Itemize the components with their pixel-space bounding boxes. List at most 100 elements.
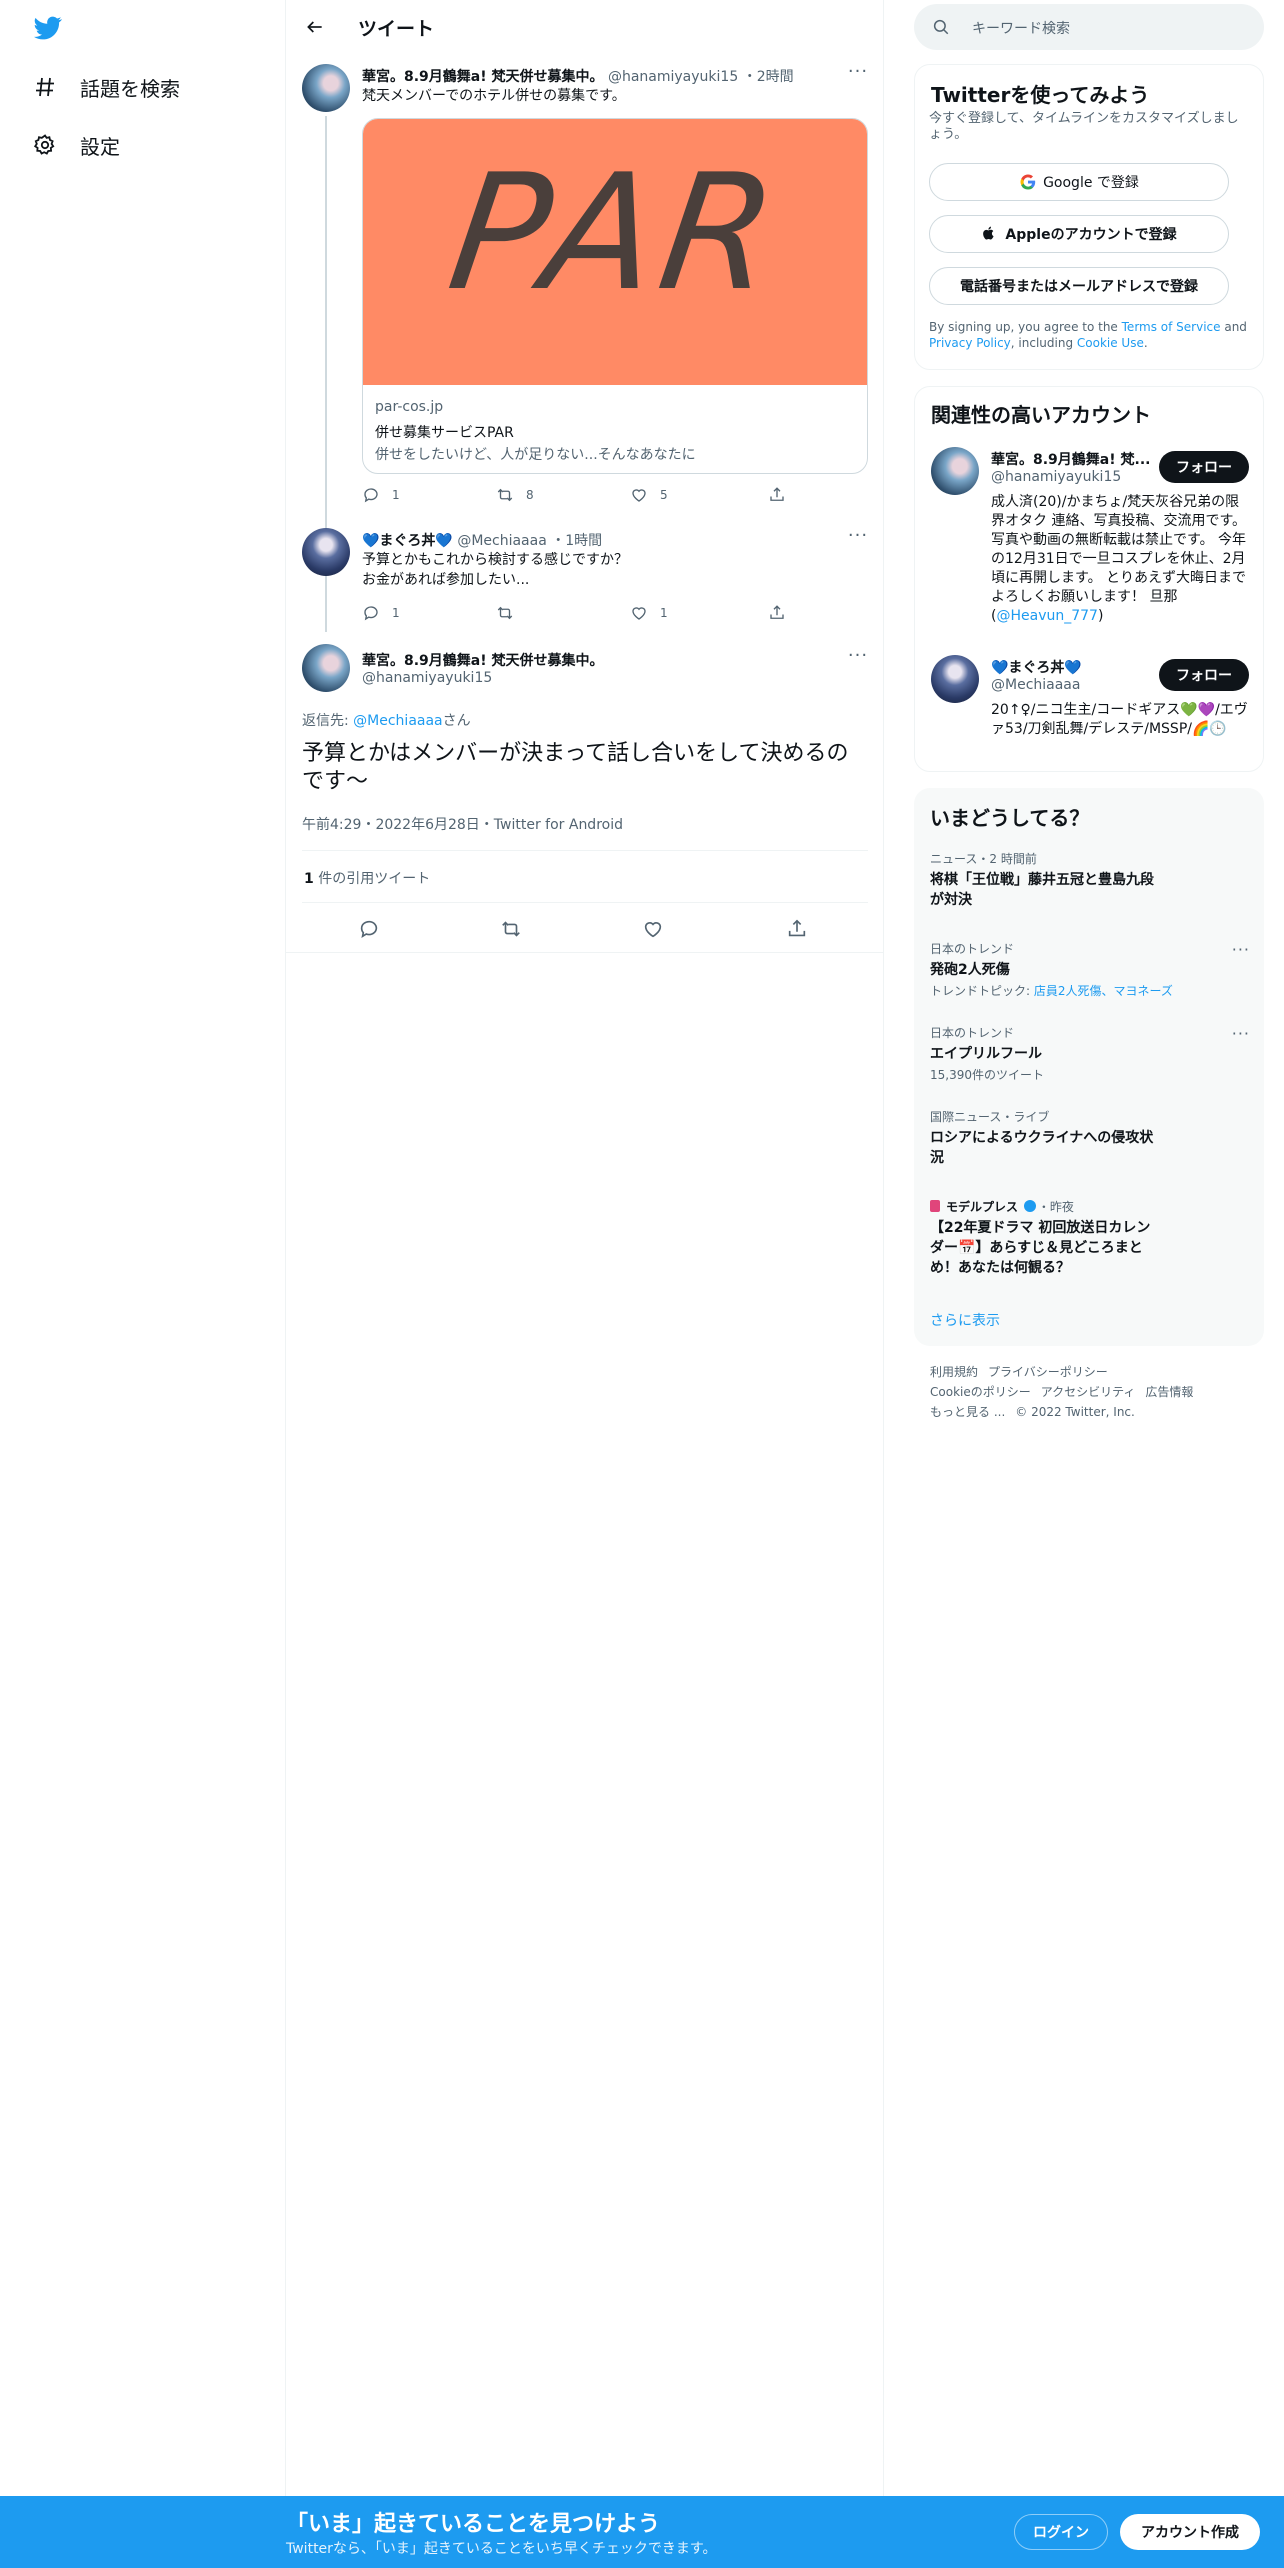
terms-text: and	[1220, 320, 1247, 334]
back-arrow-icon[interactable]	[300, 12, 330, 42]
follow-button[interactable]: フォロー	[1159, 659, 1249, 691]
terms-text: , including	[1010, 336, 1077, 350]
terms-of-service-link[interactable]: Terms of Service	[1122, 320, 1221, 334]
gear-icon	[30, 130, 60, 160]
footer-link[interactable]: Cookieのポリシー	[930, 1385, 1031, 1399]
news-time: ・昨夜	[1037, 1200, 1074, 1214]
avatar[interactable]	[302, 64, 350, 112]
tweet-text: お金があれば参加したい...	[362, 572, 530, 588]
footer-link[interactable]: もっと見る ...	[930, 1405, 1005, 1419]
share-icon	[770, 487, 784, 501]
heart-icon	[632, 489, 646, 502]
account-handle[interactable]: @hanamiyayuki15	[991, 469, 1121, 485]
card-image: PAR	[363, 119, 867, 385]
bottom-bar-subtitle: Twitterなら、「いま」起きていることをいち早くチェックできます。	[286, 2541, 717, 2557]
apple-signup-button[interactable]: Appleのアカウントで登録	[929, 215, 1229, 253]
quote-tweets-link[interactable]: 1 件の引用ツイート	[304, 868, 430, 888]
like-count: 1	[660, 606, 668, 620]
reply-prefix: 返信先:	[302, 713, 354, 729]
reply-count: 1	[392, 488, 400, 502]
divider	[302, 850, 868, 851]
share-icon	[770, 605, 784, 619]
trend-item[interactable]: 日本のトレンド エイプリルフール 15,390件のツイート	[930, 1024, 1240, 1083]
avatar[interactable]	[931, 447, 979, 495]
retweet-button[interactable]: 8	[496, 486, 534, 504]
share-button[interactable]	[786, 918, 808, 940]
news-source-icon	[930, 1200, 940, 1212]
link-card[interactable]: PAR par-cos.jp 併せ募集サービスPAR 併せをしたいけど、人が足り…	[362, 118, 868, 474]
retweet-button[interactable]	[500, 918, 522, 940]
cookie-use-link[interactable]: Cookie Use	[1077, 336, 1144, 350]
trend-title: 将棋「王位戦」藤井五冠と豊島九段が対決	[930, 872, 1154, 908]
page-header: ツイート	[286, 0, 884, 54]
trend-context: ニュース・2 時間前	[930, 852, 1037, 866]
author-name[interactable]: 華宮。8.9月鶴舞a! 梵天併せ募集中。	[362, 650, 604, 670]
google-icon	[1019, 173, 1037, 191]
phone-email-signup-button[interactable]: 電話番号またはメールアドレスで登録	[929, 267, 1229, 305]
page-title: ツイート	[358, 18, 435, 40]
search-input[interactable]: キーワード検索	[914, 4, 1264, 50]
more-options-icon[interactable]: ···	[1232, 1024, 1250, 1043]
tweet-author[interactable]: 華宮。8.9月鶴舞a! 梵天併せ募集中。 @hanamiyayuki15 ・2時…	[362, 66, 794, 86]
trend-topic-link[interactable]: 店員2人死傷、マヨネーズ	[1034, 984, 1173, 998]
more-options-icon[interactable]: ···	[846, 63, 870, 86]
bio-mention-link[interactable]: @Heavun_777	[996, 608, 1097, 624]
trend-item[interactable]: 日本のトレンド 発砲2人死傷 トレンドトピック: 店員2人死傷、マヨネーズ	[930, 940, 1240, 999]
card-domain: par-cos.jp	[375, 399, 444, 415]
google-signup-button[interactable]: Google で登録	[929, 163, 1229, 201]
share-button[interactable]	[768, 486, 786, 504]
footer-link[interactable]: プライバシーポリシー	[988, 1365, 1108, 1379]
show-more-link[interactable]: さらに表示	[930, 1310, 1000, 1330]
account-bio-text: )	[1097, 608, 1104, 624]
like-count: 5	[660, 488, 668, 502]
account-name[interactable]: 💙まぐろ丼💙	[991, 657, 1151, 677]
avatar[interactable]	[931, 655, 979, 703]
reply-button[interactable]: 1	[362, 486, 400, 504]
footer-link[interactable]: 利用規約	[930, 1365, 978, 1379]
nav-item-explore[interactable]: 話題を検索	[30, 72, 180, 102]
share-button[interactable]	[768, 604, 786, 622]
account-name[interactable]: 華宮。8.9月鶴舞a! 梵...	[991, 449, 1151, 469]
twitter-logo-icon[interactable]	[32, 14, 64, 42]
more-options-icon[interactable]: ···	[846, 647, 870, 670]
heart-icon	[644, 922, 662, 938]
reply-to-link[interactable]: @Mechiaaaa	[353, 713, 442, 729]
reply-button[interactable]	[358, 918, 380, 940]
retweet-icon	[497, 606, 513, 620]
like-button[interactable]: 1	[630, 604, 668, 622]
footer-link[interactable]: 広告情報	[1145, 1385, 1193, 1399]
privacy-policy-link[interactable]: Privacy Policy	[929, 336, 1011, 350]
main-tweet-text: 予算とかはメンバーが決まって話し合いをして決めるのです〜	[302, 741, 849, 794]
reply-button[interactable]: 1	[362, 604, 400, 622]
login-button[interactable]: ログイン	[1014, 2514, 1108, 2550]
reply-icon	[360, 920, 378, 939]
avatar[interactable]	[302, 528, 350, 576]
like-button[interactable]	[642, 918, 664, 940]
account-bio: 成人済(20)/かまちょ/梵天灰谷兄弟の限界オタク 連絡、写真投稿、交流用です。…	[991, 493, 1251, 626]
hashtag-icon	[30, 72, 60, 102]
signup-button[interactable]: アカウント作成	[1120, 2514, 1260, 2550]
more-options-icon[interactable]: ···	[1232, 940, 1250, 959]
account-handle[interactable]: @Mechiaaaa	[991, 677, 1080, 693]
trend-item[interactable]: モデルプレス ・昨夜 【22年夏ドラマ 初回放送日カレンダー📅】あらすじ＆見どこ…	[930, 1198, 1240, 1278]
card-image-logo: PAR	[439, 139, 793, 326]
retweet-button[interactable]	[496, 604, 526, 622]
trend-item[interactable]: ニュース・2 時間前 将棋「王位戦」藤井五冠と豊島九段が対決	[930, 850, 1240, 910]
bottom-bar-title: 「いま」起きていることを見つけよう	[286, 2512, 661, 2537]
avatar[interactable]	[302, 644, 350, 692]
retweet-icon	[502, 921, 520, 937]
author-handle[interactable]: @hanamiyayuki15	[362, 670, 492, 686]
trend-title: ロシアによるウクライナへの侵攻状況	[930, 1130, 1154, 1166]
follow-button[interactable]: フォロー	[1159, 451, 1249, 483]
search-icon	[932, 18, 950, 36]
retweet-icon	[497, 488, 513, 502]
author-handle: @hanamiyayuki15	[607, 69, 739, 85]
tweet-metadata[interactable]: 午前4:29・2022年6月28日・Twitter for Android	[302, 814, 623, 834]
footer-link[interactable]: アクセシビリティ	[1041, 1385, 1136, 1399]
like-button[interactable]: 5	[630, 486, 668, 504]
tweet-author[interactable]: 💙まぐろ丼💙 @Mechiaaaa ・1時間	[362, 530, 602, 550]
nav-item-settings[interactable]: 設定	[30, 130, 120, 160]
trend-item[interactable]: 国際ニュース・ライブ ロシアによるウクライナへの侵攻状況	[930, 1108, 1240, 1168]
more-options-icon[interactable]: ···	[846, 527, 870, 550]
reply-icon	[364, 606, 378, 621]
